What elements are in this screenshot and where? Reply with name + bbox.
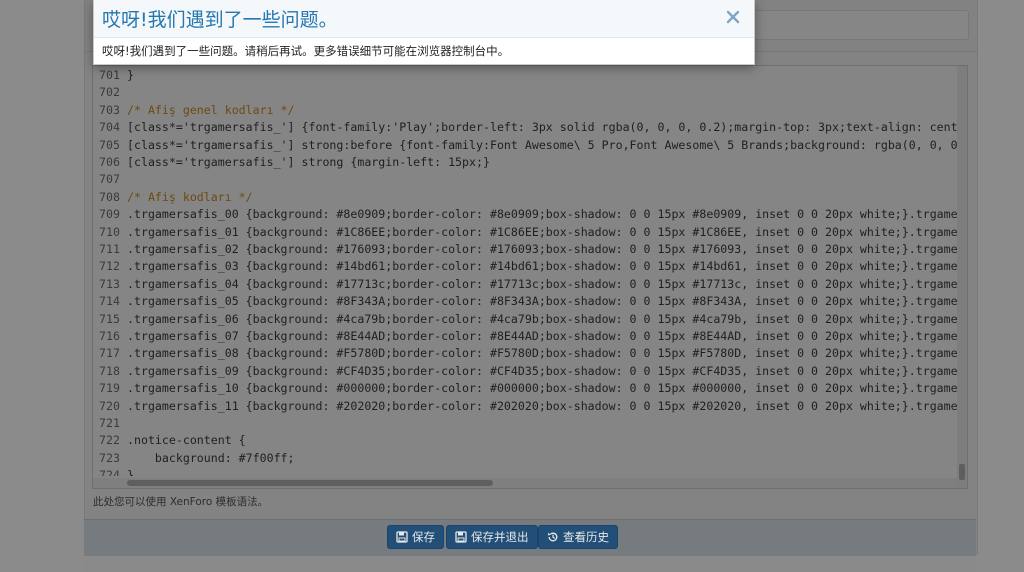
code-text: .trgamersafis_06 {background: #4ca79b;bo… — [127, 311, 957, 326]
code-text: background: #7f00ff; — [127, 450, 295, 465]
code-line: 718 .trgamersafis_09 {background: #CF4D35… — [93, 363, 957, 381]
code-text: .trgamersafis_03 {background: #14bd61;bo… — [127, 259, 957, 274]
code-line: 722 .notice-content { — [93, 432, 957, 450]
code-text: } — [127, 68, 134, 82]
horizontal-scroll-thumb[interactable] — [127, 480, 493, 486]
error-dialog: 哎呀!我们遇到了一些问题。 哎呀!我们遇到了一些问题。请稍后再试。更多错误细节可… — [93, 0, 755, 65]
code-line: 720 .trgamersafis_11 {background: #202020… — [93, 398, 957, 416]
code-line: 704 [class*='trgamersafis_'] {font-family… — [93, 119, 957, 137]
line-number: 715 — [99, 311, 120, 326]
code-text: } — [127, 468, 134, 476]
code-text: .trgamersafis_05 {background: #8F343A;bo… — [127, 294, 957, 309]
line-number: 707 — [99, 172, 120, 187]
code-line: 711 .trgamersafis_02 {background: #176093… — [93, 241, 957, 259]
line-number: 724 — [99, 468, 120, 476]
code-text: [class*='trgamersafis_'] {font-family:'P… — [127, 120, 957, 135]
line-number: 708 — [99, 189, 120, 204]
vertical-scroll-thumb[interactable] — [959, 464, 965, 480]
line-number: 702 — [99, 85, 120, 100]
line-number: 716 — [99, 329, 120, 343]
save-button[interactable]: 保存 — [387, 525, 444, 549]
code-editor[interactable]: 701} 702 703/* Afiş genel kodları */704 [cl… — [92, 65, 968, 489]
line-number: 722 — [99, 433, 120, 448]
code-text: /* Afiş kodları */ — [127, 189, 253, 204]
save-button-label: 保存 — [412, 530, 435, 544]
line-number: 717 — [99, 346, 120, 361]
code-line: 713 .trgamersafis_04 {background: #17713c… — [93, 276, 957, 294]
code-line: 705 [class*='trgamersafis_'] strong:befor… — [93, 137, 957, 155]
code-line: 714 .trgamersafis_05 {background: #8F343A… — [93, 293, 957, 311]
line-number: 714 — [99, 294, 120, 309]
close-icon[interactable] — [724, 8, 742, 26]
save-and-exit-button-label: 保存并退出 — [471, 530, 529, 544]
vertical-scrollbar[interactable] — [957, 66, 967, 488]
line-number: 701 — [99, 68, 120, 82]
page-backdrop-right — [976, 0, 1024, 572]
code-text: .trgamersafis_10 {background: #000000;bo… — [127, 381, 957, 396]
code-line: 703 /* Afiş genel kodları */ — [93, 102, 957, 120]
code-text: .trgamersafis_00 {background: #8e0909;bo… — [127, 207, 957, 222]
template-syntax-hint: 此处您可以使用 XenForo 模板语法。 — [93, 496, 269, 508]
line-number: 723 — [99, 450, 120, 465]
line-number: 709 — [99, 207, 120, 222]
line-number: 712 — [99, 259, 120, 274]
line-number: 706 — [99, 155, 120, 169]
code-line: 719 .trgamersafis_10 {background: #000000… — [93, 380, 957, 398]
code-text: .trgamersafis_04 {background: #17713c;bo… — [127, 276, 957, 291]
code-text: [class*='trgamersafis_'] strong {margin-… — [127, 155, 490, 169]
code-text: .trgamersafis_09 {background: #CF4D35;bo… — [127, 363, 957, 378]
code-line: 710 .trgamersafis_01 {background: #1C86EE… — [93, 224, 957, 242]
error-dialog-title: 哎呀!我们遇到了一些问题。 — [102, 9, 338, 31]
code-line: 723 background: #7f00ff; — [93, 450, 957, 468]
code-line: 708 /* Afiş kodları */ — [93, 189, 957, 207]
line-number: 720 — [99, 398, 120, 413]
code-text: .trgamersafis_01 {background: #1C86EE;bo… — [127, 224, 957, 239]
line-number: 721 — [99, 416, 120, 430]
code-text: .trgamersafis_11 {background: #202020;bo… — [127, 398, 957, 413]
line-number: 704 — [99, 120, 120, 135]
code-line: 709 .trgamersafis_00 {background: #8e0909… — [93, 206, 957, 224]
code-text: .trgamersafis_08 {background: #F5780D;bo… — [127, 346, 957, 361]
code-line: 715 .trgamersafis_06 {background: #4ca79b… — [93, 311, 957, 329]
code-line: 706 [class*='trgamersafis_'] strong {marg… — [93, 154, 957, 172]
template-title-field[interactable] — [735, 10, 969, 40]
error-dialog-header: 哎呀!我们遇到了一些问题。 — [94, 0, 754, 38]
code-text: .trgamersafis_02 {background: #176093;bo… — [127, 242, 957, 256]
line-number: 710 — [99, 224, 120, 239]
view-history-button[interactable]: 查看历史 — [538, 525, 618, 549]
view-history-button-label: 查看历史 — [563, 530, 609, 544]
line-number: 718 — [99, 363, 120, 378]
code-line: 724} — [93, 467, 957, 476]
code-text: [class*='trgamersafis_'] strong:before {… — [127, 137, 957, 152]
code-text: .notice-content { — [127, 433, 246, 448]
save-icon — [396, 531, 408, 543]
history-icon — [548, 532, 558, 542]
line-number: 719 — [99, 381, 120, 396]
code-text: /* Afiş genel kodları */ — [127, 102, 295, 117]
code-line: 701} — [93, 67, 957, 85]
line-number: 711 — [99, 242, 120, 256]
save-exit-icon — [455, 531, 467, 543]
code-lines[interactable]: 701} 702 703/* Afiş genel kodları */704 [cl… — [93, 66, 957, 476]
line-number: 713 — [99, 276, 120, 291]
error-dialog-message: 哎呀!我们遇到了一些问题。请稍后再试。更多错误细节可能在浏览器控制台中。 — [102, 44, 510, 58]
code-line: 717 .trgamersafis_08 {background: #F5780D… — [93, 345, 957, 363]
code-line: 716 .trgamersafis_07 {background: #8E44AD… — [93, 328, 957, 346]
line-number: 705 — [99, 137, 120, 152]
code-line: 721 — [93, 415, 957, 433]
line-number: 703 — [99, 102, 120, 117]
save-and-exit-button[interactable]: 保存并退出 — [446, 525, 538, 549]
code-text: .trgamersafis_07 {background: #8E44AD;bo… — [127, 329, 957, 343]
page-backdrop-left — [0, 0, 85, 572]
code-line: 702 — [93, 84, 957, 102]
code-line: 712 .trgamersafis_03 {background: #14bd61… — [93, 258, 957, 276]
code-line: 707 — [93, 171, 957, 189]
